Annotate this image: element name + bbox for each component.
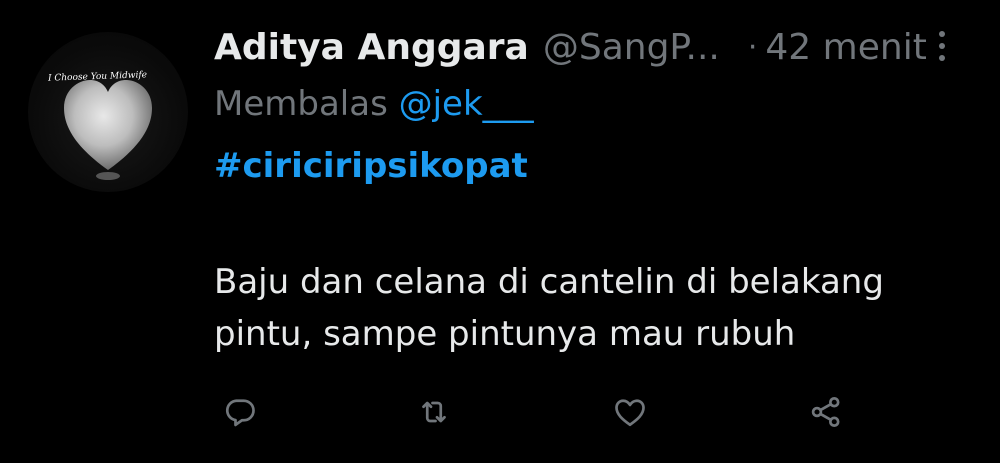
- hashtag-link[interactable]: #ciriciripsikopat: [214, 146, 528, 186]
- avatar[interactable]: I Choose You Midwife: [28, 32, 188, 192]
- retweet-icon: [422, 401, 446, 423]
- reply-context: Membalas @jek___: [214, 84, 534, 124]
- retweet-button[interactable]: [412, 390, 456, 434]
- share-icon: [811, 397, 840, 427]
- tweet[interactable]: I Choose You Midwife Aditya Anggara @San…: [0, 0, 1000, 463]
- action-bar: [0, 390, 1000, 440]
- tweet-header: Aditya Anggara @SangP... · 42 menit: [214, 22, 960, 72]
- tweet-text: Baju dan celana di cantelin di belakang …: [214, 262, 884, 354]
- author-handle[interactable]: @SangP...: [543, 27, 720, 68]
- like-button[interactable]: [608, 390, 652, 434]
- more-options-icon[interactable]: [930, 24, 954, 68]
- reply-mention-link[interactable]: @jek___: [399, 84, 534, 124]
- like-icon: [615, 399, 645, 427]
- heart-balloon-image: [64, 80, 152, 180]
- separator-dot: ·: [747, 29, 758, 65]
- author-name[interactable]: Aditya Anggara: [214, 27, 529, 68]
- reply-button[interactable]: [218, 390, 262, 434]
- share-button[interactable]: [804, 390, 848, 434]
- reply-prefix: Membalas: [214, 84, 388, 124]
- reply-icon: [225, 399, 255, 427]
- timestamp[interactable]: 42 menit: [765, 27, 926, 68]
